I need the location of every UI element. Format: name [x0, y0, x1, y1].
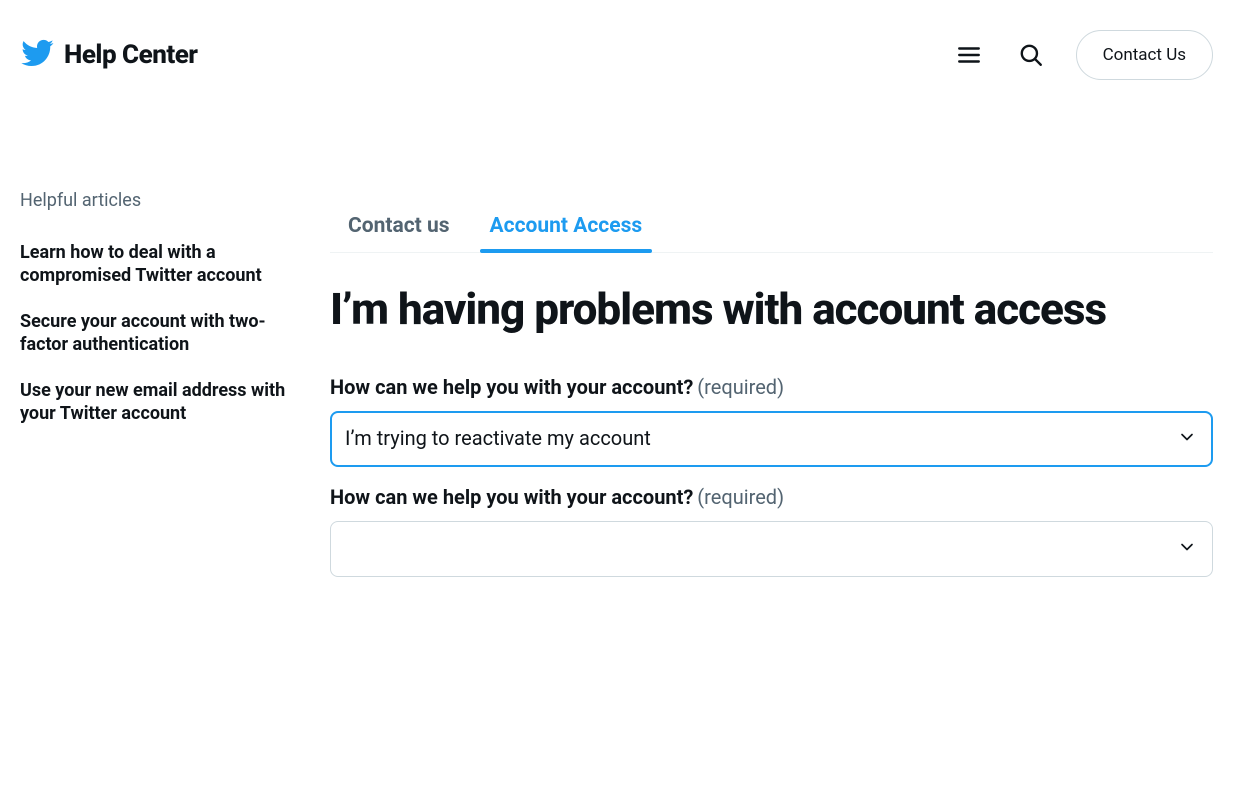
header-title: Help Center — [64, 40, 198, 70]
twitter-logo-icon[interactable] — [20, 36, 54, 74]
sidebar: Helpful articles Learn how to deal with … — [20, 100, 290, 595]
contact-us-button[interactable]: Contact Us — [1076, 30, 1213, 80]
field-required: (required) — [697, 485, 784, 509]
field-label-row: How can we help you with your account? (… — [330, 489, 784, 508]
main: Contact us Account Access I’m having pro… — [330, 100, 1213, 595]
select-wrap — [330, 521, 1213, 577]
help-select-1[interactable]: I’m trying to reactivate my account — [330, 411, 1213, 467]
search-icon[interactable] — [1014, 38, 1048, 72]
breadcrumb-account-access[interactable]: Account Access — [490, 200, 643, 252]
field-required: (required) — [697, 375, 784, 399]
menu-icon[interactable] — [952, 38, 986, 72]
header-right: Contact Us — [952, 30, 1213, 80]
field-label-row: How can we help you with your account? (… — [330, 379, 784, 398]
article-link[interactable]: Secure your account with two-factor auth… — [20, 310, 290, 357]
field-label: How can we help you with your account? — [330, 375, 693, 399]
field-label: How can we help you with your account? — [330, 485, 693, 509]
help-select-2[interactable] — [330, 521, 1213, 577]
header: Help Center Contact Us — [0, 0, 1233, 100]
header-left: Help Center — [20, 36, 198, 74]
page-title: I’m having problems with account access — [330, 283, 1213, 335]
select-wrap: I’m trying to reactivate my account — [330, 411, 1213, 467]
layout: Helpful articles Learn how to deal with … — [0, 100, 1233, 595]
breadcrumb-contact-us[interactable]: Contact us — [348, 200, 450, 252]
article-link[interactable]: Learn how to deal with a compromised Twi… — [20, 241, 290, 288]
field-block: How can we help you with your account? (… — [330, 375, 1213, 467]
article-link[interactable]: Use your new email address with your Twi… — [20, 379, 290, 426]
breadcrumb: Contact us Account Access — [330, 200, 1213, 253]
field-block: How can we help you with your account? (… — [330, 485, 1213, 577]
sidebar-heading: Helpful articles — [20, 190, 290, 211]
